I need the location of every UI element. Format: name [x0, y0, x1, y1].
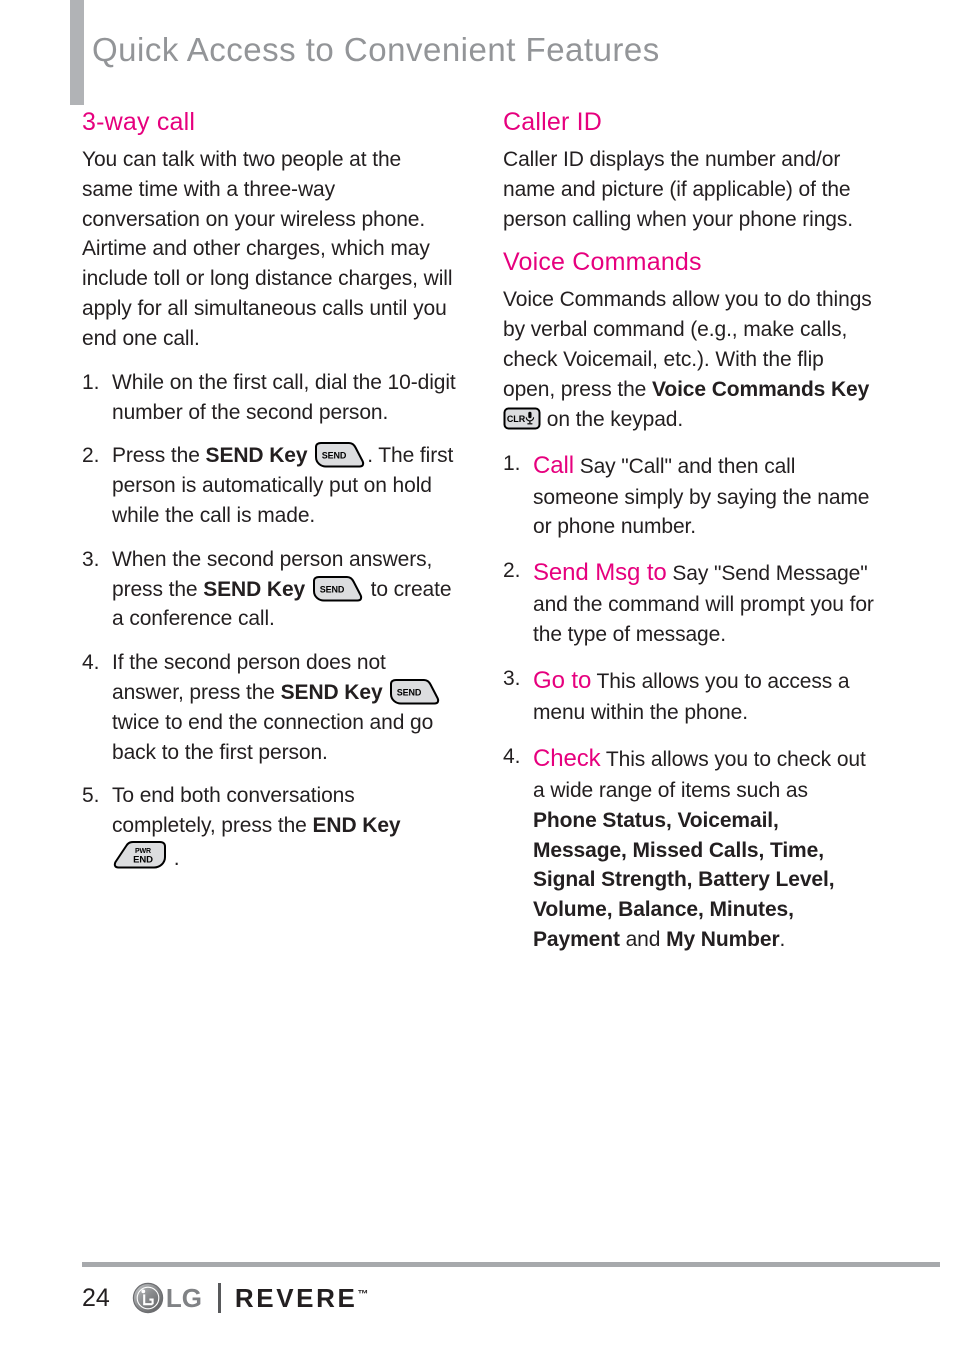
voice-command-name: Send Msg to: [533, 559, 667, 587]
list-item: 3. Go to This allows you to access a menu…: [503, 664, 877, 728]
svg-text:END: END: [133, 855, 153, 866]
voice-intro-tail: on the keypad.: [541, 407, 684, 431]
svg-text:SEND: SEND: [322, 451, 347, 461]
voice-commands-key-label: Voice Commands Key: [652, 377, 870, 401]
page-content: 3-way call You can talk with two people …: [0, 108, 954, 1248]
step-number: 5.: [82, 784, 100, 808]
step-text: While on the first call, dial the 10-dig…: [112, 370, 456, 424]
footer-content: 24 LG REVERE™: [82, 1282, 368, 1314]
list-item: 3. When the second person answers, press …: [82, 545, 456, 634]
end-key-icon: PWR END: [112, 841, 168, 871]
brand-divider: [217, 1283, 221, 1313]
step-bold-label: END Key: [312, 814, 401, 838]
page-title: Quick Access to Convenient Features: [92, 31, 660, 68]
list-item: 4. If the second person does not answer, …: [82, 648, 456, 767]
voice-command-description: Say "Call" and then call someone simply …: [533, 454, 870, 539]
list-item: 1. Call Say "Call" and then call someone …: [503, 449, 877, 543]
list-item: 1. While on the first call, dial the 10-d…: [82, 368, 456, 428]
list-item: 4. Check This allows you to check out a w…: [503, 742, 877, 955]
voice-commands-intro-paragraph: Voice Commands allow you to do things by…: [503, 285, 877, 434]
svg-text:SEND: SEND: [397, 687, 422, 697]
list-item: 5. To end both conversations completely, …: [82, 781, 456, 873]
voice-command-name: Go to: [533, 666, 592, 694]
step-text-lead: Press the: [112, 444, 206, 468]
check-items-period: .: [779, 927, 786, 951]
list-item: 2. Send Msg to Say "Send Message" and the…: [503, 556, 877, 650]
step-text-tail: .: [168, 847, 180, 871]
check-items-list-secondary: My Number: [666, 927, 780, 951]
svg-text:CLR: CLR: [507, 414, 526, 424]
header-accent-bar: [70, 0, 84, 105]
svg-text:SEND: SEND: [320, 584, 345, 594]
3way-call-steps-list: 1. While on the first call, dial the 10-d…: [82, 368, 456, 874]
3way-call-intro-paragraph: You can talk with two people at the same…: [82, 148, 453, 350]
step-number: 4.: [82, 651, 100, 675]
step-bold-label: SEND Key: [205, 444, 308, 468]
page-footer: 24 LG REVERE™: [0, 1254, 954, 1372]
send-key-icon: SEND: [388, 679, 442, 705]
lg-circle-icon: [132, 1282, 164, 1314]
clr-voice-key-icon: CLR: [503, 407, 541, 430]
step-bold-label: SEND Key: [203, 577, 306, 601]
step-number: 3.: [503, 666, 521, 690]
step-bold-label: SEND Key: [280, 681, 383, 704]
step-number: 2.: [503, 559, 521, 583]
step-number: 2.: [82, 444, 100, 468]
step-text-tail: twice to end the connection and go back …: [112, 710, 434, 764]
lg-logo: LG: [132, 1282, 202, 1314]
section-heading-3way-call: 3-way call: [82, 108, 196, 136]
voice-command-name: Call: [533, 451, 574, 479]
lg-wordmark: LG: [165, 1283, 202, 1313]
caller-id-paragraph: Caller ID displays the number and/or nam…: [503, 148, 854, 231]
section-heading-caller-id: Caller ID: [503, 108, 603, 136]
voice-commands-steps-list: 1. Call Say "Call" and then call someone …: [503, 449, 877, 955]
product-brand-name: REVERE™: [235, 1285, 369, 1311]
list-item: 2. Press the SEND Key SEND. The first per…: [82, 441, 456, 530]
check-items-conjunction: and: [619, 927, 667, 951]
send-key-icon: SEND: [313, 442, 367, 468]
section-heading-voice-commands: Voice Commands: [503, 248, 702, 277]
brand-name-text: REVERE: [234, 1283, 358, 1313]
step-number: 1.: [503, 451, 521, 475]
step-number: 1.: [82, 370, 100, 394]
step-number: 4.: [503, 744, 521, 768]
page-header: Quick Access to Convenient Features: [0, 0, 954, 108]
footer-divider: [82, 1262, 940, 1267]
left-column: 3-way call You can talk with two people …: [82, 108, 456, 888]
page-number: 24: [82, 1283, 110, 1312]
voice-command-name: Check: [533, 744, 601, 772]
send-key-icon: SEND: [311, 575, 365, 602]
right-column: Caller ID Caller ID displays the number …: [503, 108, 877, 969]
step-number: 3.: [82, 547, 100, 571]
trademark-symbol: ™: [357, 1288, 369, 1301]
